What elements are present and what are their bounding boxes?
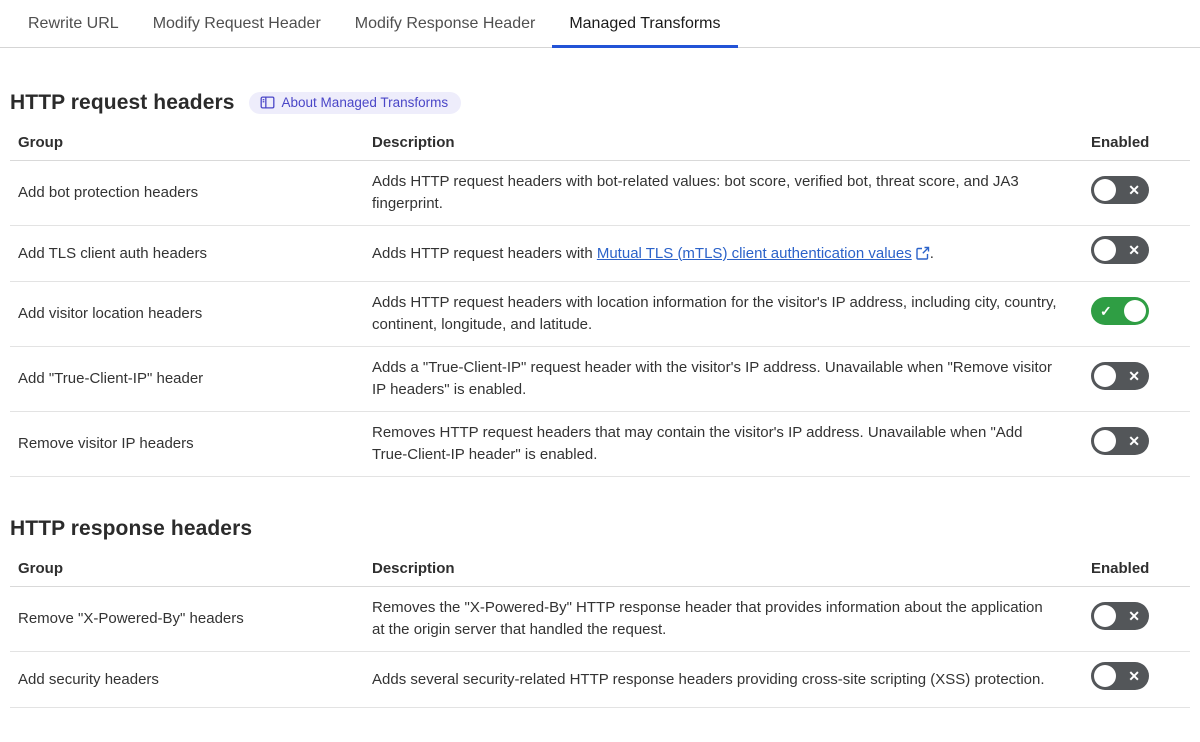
- toggle-knob: [1094, 239, 1116, 261]
- description-cell: Adds several security-related HTTP respo…: [364, 651, 1083, 708]
- description-link[interactable]: Mutual TLS (mTLS) client authentication …: [597, 245, 912, 262]
- column-header-enabled: Enabled: [1083, 552, 1190, 587]
- table-row: Add security headers Adds several securi…: [10, 651, 1190, 708]
- table-row: Remove visitor IP headers Removes HTTP r…: [10, 411, 1190, 477]
- about-badge-label: About Managed Transforms: [281, 94, 449, 110]
- toggle-knob: [1094, 178, 1116, 201]
- response-headers-table: Group Description Enabled Remove "X-Powe…: [10, 552, 1190, 708]
- toggle-knob: [1094, 364, 1116, 387]
- description-cell: Adds HTTP request headers with bot-relat…: [364, 160, 1083, 226]
- about-managed-transforms-link[interactable]: About Managed Transforms: [248, 91, 462, 115]
- toggle-knob: [1094, 665, 1116, 687]
- group-cell: Remove "X-Powered-By" headers: [10, 586, 364, 652]
- table-header-row: Group Description Enabled: [10, 552, 1190, 587]
- description-cell: Removes HTTP request headers that may co…: [364, 411, 1083, 477]
- toggle-state-icon: ✕: [1128, 367, 1140, 384]
- group-cell: Add security headers: [10, 651, 364, 708]
- toggle-knob: [1124, 299, 1146, 322]
- column-header-enabled: Enabled: [1083, 126, 1190, 161]
- group-cell: Remove visitor IP headers: [10, 411, 364, 477]
- table-row: Remove "X-Powered-By" headers Removes th…: [10, 586, 1190, 652]
- column-header-description: Description: [364, 126, 1083, 161]
- table-row: Add visitor location headers Adds HTTP r…: [10, 281, 1190, 347]
- tab-modify-response-header[interactable]: Modify Response Header: [338, 1, 553, 48]
- enabled-toggle[interactable]: ✓: [1091, 296, 1149, 325]
- book-icon: [260, 96, 275, 109]
- enabled-toggle[interactable]: ✕: [1091, 175, 1149, 204]
- request-headers-table: Group Description Enabled Add bot protec…: [10, 126, 1190, 477]
- toggle-state-icon: ✕: [1128, 607, 1140, 624]
- column-header-description: Description: [364, 552, 1083, 587]
- description-cell: Adds a "True-Client-IP" request header w…: [364, 346, 1083, 412]
- toggle-state-icon: ✕: [1128, 668, 1140, 684]
- column-header-group: Group: [10, 552, 364, 587]
- description-cell: Removes the "X-Powered-By" HTTP response…: [364, 586, 1083, 652]
- tab-managed-transforms[interactable]: Managed Transforms: [552, 1, 738, 48]
- toggle-state-icon: ✓: [1100, 302, 1112, 319]
- description-cell: Adds HTTP request headers with location …: [364, 281, 1083, 347]
- group-cell: Add bot protection headers: [10, 160, 364, 226]
- tab-modify-request-header[interactable]: Modify Request Header: [136, 1, 338, 48]
- transform-rules-tabbar: Rewrite URL Modify Request Header Modify R…: [0, 0, 1200, 48]
- enabled-toggle[interactable]: ✕: [1091, 361, 1149, 390]
- enabled-toggle[interactable]: ✕: [1091, 236, 1149, 264]
- tab-rewrite-url[interactable]: Rewrite URL: [11, 1, 136, 48]
- column-header-group: Group: [10, 126, 364, 161]
- group-cell: Add "True-Client-IP" header: [10, 346, 364, 412]
- enabled-toggle[interactable]: ✕: [1091, 601, 1149, 630]
- managed-transforms-panel: HTTP request headers About Managed Trans…: [0, 91, 1200, 708]
- external-link-icon: [916, 246, 929, 260]
- request-headers-title: HTTP request headers: [10, 91, 235, 114]
- table-header-row: Group Description Enabled: [10, 126, 1190, 161]
- toggle-state-icon: ✕: [1128, 242, 1140, 258]
- enabled-toggle[interactable]: ✕: [1091, 662, 1149, 690]
- table-row: Add bot protection headers Adds HTTP req…: [10, 160, 1190, 226]
- table-row: Add TLS client auth headers Adds HTTP re…: [10, 225, 1190, 282]
- toggle-knob: [1094, 604, 1116, 627]
- enabled-toggle[interactable]: ✕: [1091, 426, 1149, 455]
- group-cell: Add TLS client auth headers: [10, 225, 364, 282]
- toggle-state-icon: ✕: [1128, 181, 1140, 198]
- toggle-knob: [1094, 429, 1116, 452]
- response-headers-title: HTTP response headers: [10, 517, 253, 540]
- toggle-state-icon: ✕: [1128, 432, 1140, 449]
- group-cell: Add visitor location headers: [10, 281, 364, 347]
- table-row: Add "True-Client-IP" header Adds a "True…: [10, 346, 1190, 412]
- description-cell: Adds HTTP request headers with Mutual TL…: [364, 225, 1083, 282]
